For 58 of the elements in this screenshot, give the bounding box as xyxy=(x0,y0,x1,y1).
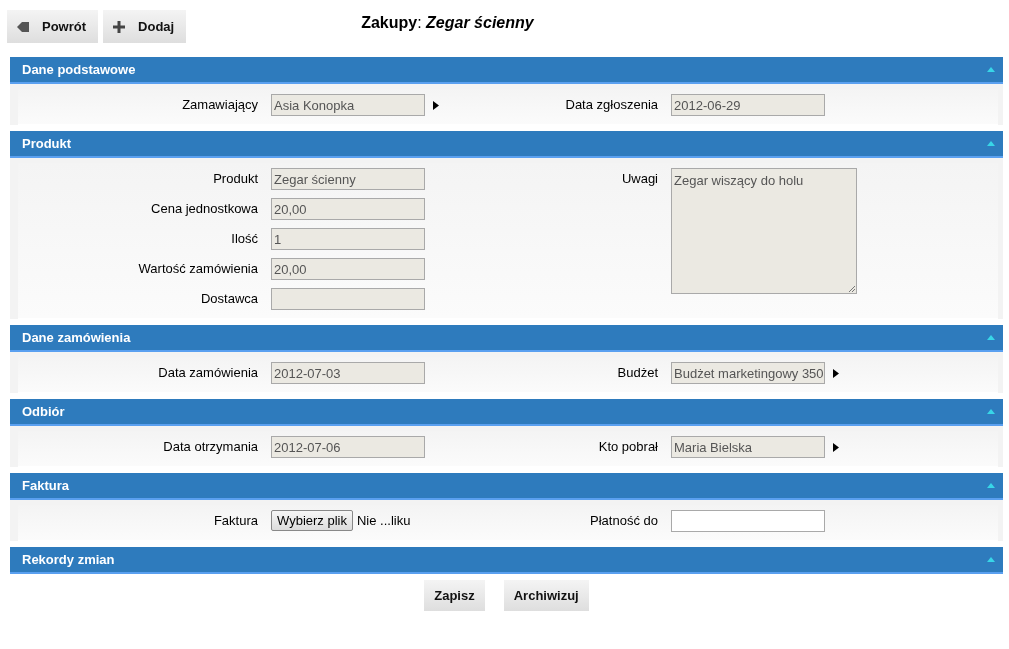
field-label: Ilość xyxy=(230,230,258,246)
section-header[interactable]: Dane podstawowe xyxy=(10,57,1003,84)
field-label: Faktura xyxy=(212,512,258,528)
plus-icon xyxy=(113,20,126,33)
field-label: Dostawca xyxy=(199,290,258,306)
page-title: Zakupy: Zegar ścienny xyxy=(361,14,534,32)
section-header[interactable]: Rekordy zmian xyxy=(10,547,1003,574)
input-field[interactable] xyxy=(671,510,825,532)
caret-icon xyxy=(987,335,995,340)
input-field[interactable]: Budżet marketingowy 350 xyxy=(671,362,825,384)
field-label: Uwagi xyxy=(620,170,658,186)
section-title: Produkt xyxy=(22,136,72,151)
input-field[interactable]: 2012-07-06 xyxy=(271,436,425,458)
field-label: Cena jednostkowa xyxy=(150,200,258,216)
input-field[interactable]: 20,00 xyxy=(271,198,425,220)
section-header[interactable]: Dane zamówienia xyxy=(10,325,1003,352)
resize-grip-icon xyxy=(848,285,855,292)
caret-icon xyxy=(987,557,995,562)
choose-file-button[interactable]: Wybierz plik xyxy=(271,510,353,531)
save-button[interactable]: Zapisz xyxy=(424,580,485,611)
field-label: Data zamówienia xyxy=(157,364,258,380)
field-label: Zamawiający xyxy=(181,96,258,112)
caret-icon xyxy=(987,141,995,146)
input-field[interactable]: Asia Konopka xyxy=(271,94,425,116)
section-title: Dane zamówienia xyxy=(22,330,131,345)
field-label: Data otrzymania xyxy=(162,438,258,454)
input-field[interactable]: Zegar ścienny xyxy=(271,168,425,190)
field-label: Data zgłoszenia xyxy=(564,96,658,112)
input-field[interactable]: 2012-07-03 xyxy=(271,362,425,384)
section-title: Faktura xyxy=(22,478,69,493)
right-triangle-icon xyxy=(833,442,839,452)
section-header[interactable]: Produkt xyxy=(10,131,1003,158)
caret-icon xyxy=(987,483,995,488)
input-field[interactable]: 2012-06-29 xyxy=(671,94,825,116)
text-area[interactable]: Zegar wiszący do holu xyxy=(671,168,857,294)
field-label: Kto pobrał xyxy=(597,438,658,454)
add-button[interactable]: Dodaj xyxy=(103,10,187,43)
field-label: Wartość zamówienia xyxy=(137,260,258,276)
left-arrow-icon xyxy=(17,21,29,32)
field-label: Płatność do xyxy=(589,512,658,528)
back-button[interactable]: Powrót xyxy=(7,10,99,43)
caret-icon xyxy=(987,67,995,72)
field-label: Budżet xyxy=(616,364,658,380)
right-triangle-icon xyxy=(433,100,439,110)
archive-button[interactable]: Archiwizuj xyxy=(503,580,589,611)
input-field[interactable]: 1 xyxy=(271,228,425,250)
input-field[interactable]: Maria Bielska xyxy=(671,436,825,458)
right-triangle-icon xyxy=(833,368,839,378)
field-label: Produkt xyxy=(212,170,258,186)
input-field[interactable]: 20,00 xyxy=(271,258,425,280)
section-header[interactable]: Faktura xyxy=(10,473,1003,500)
file-status: Nie ...liku xyxy=(356,513,411,528)
caret-icon xyxy=(987,409,995,414)
section-header[interactable]: Odbiór xyxy=(10,399,1003,426)
section-title: Dane podstawowe xyxy=(22,62,136,77)
section-title: Rekordy zmian xyxy=(22,552,115,567)
input-field[interactable] xyxy=(271,288,425,310)
section-title: Odbiór xyxy=(22,404,65,419)
